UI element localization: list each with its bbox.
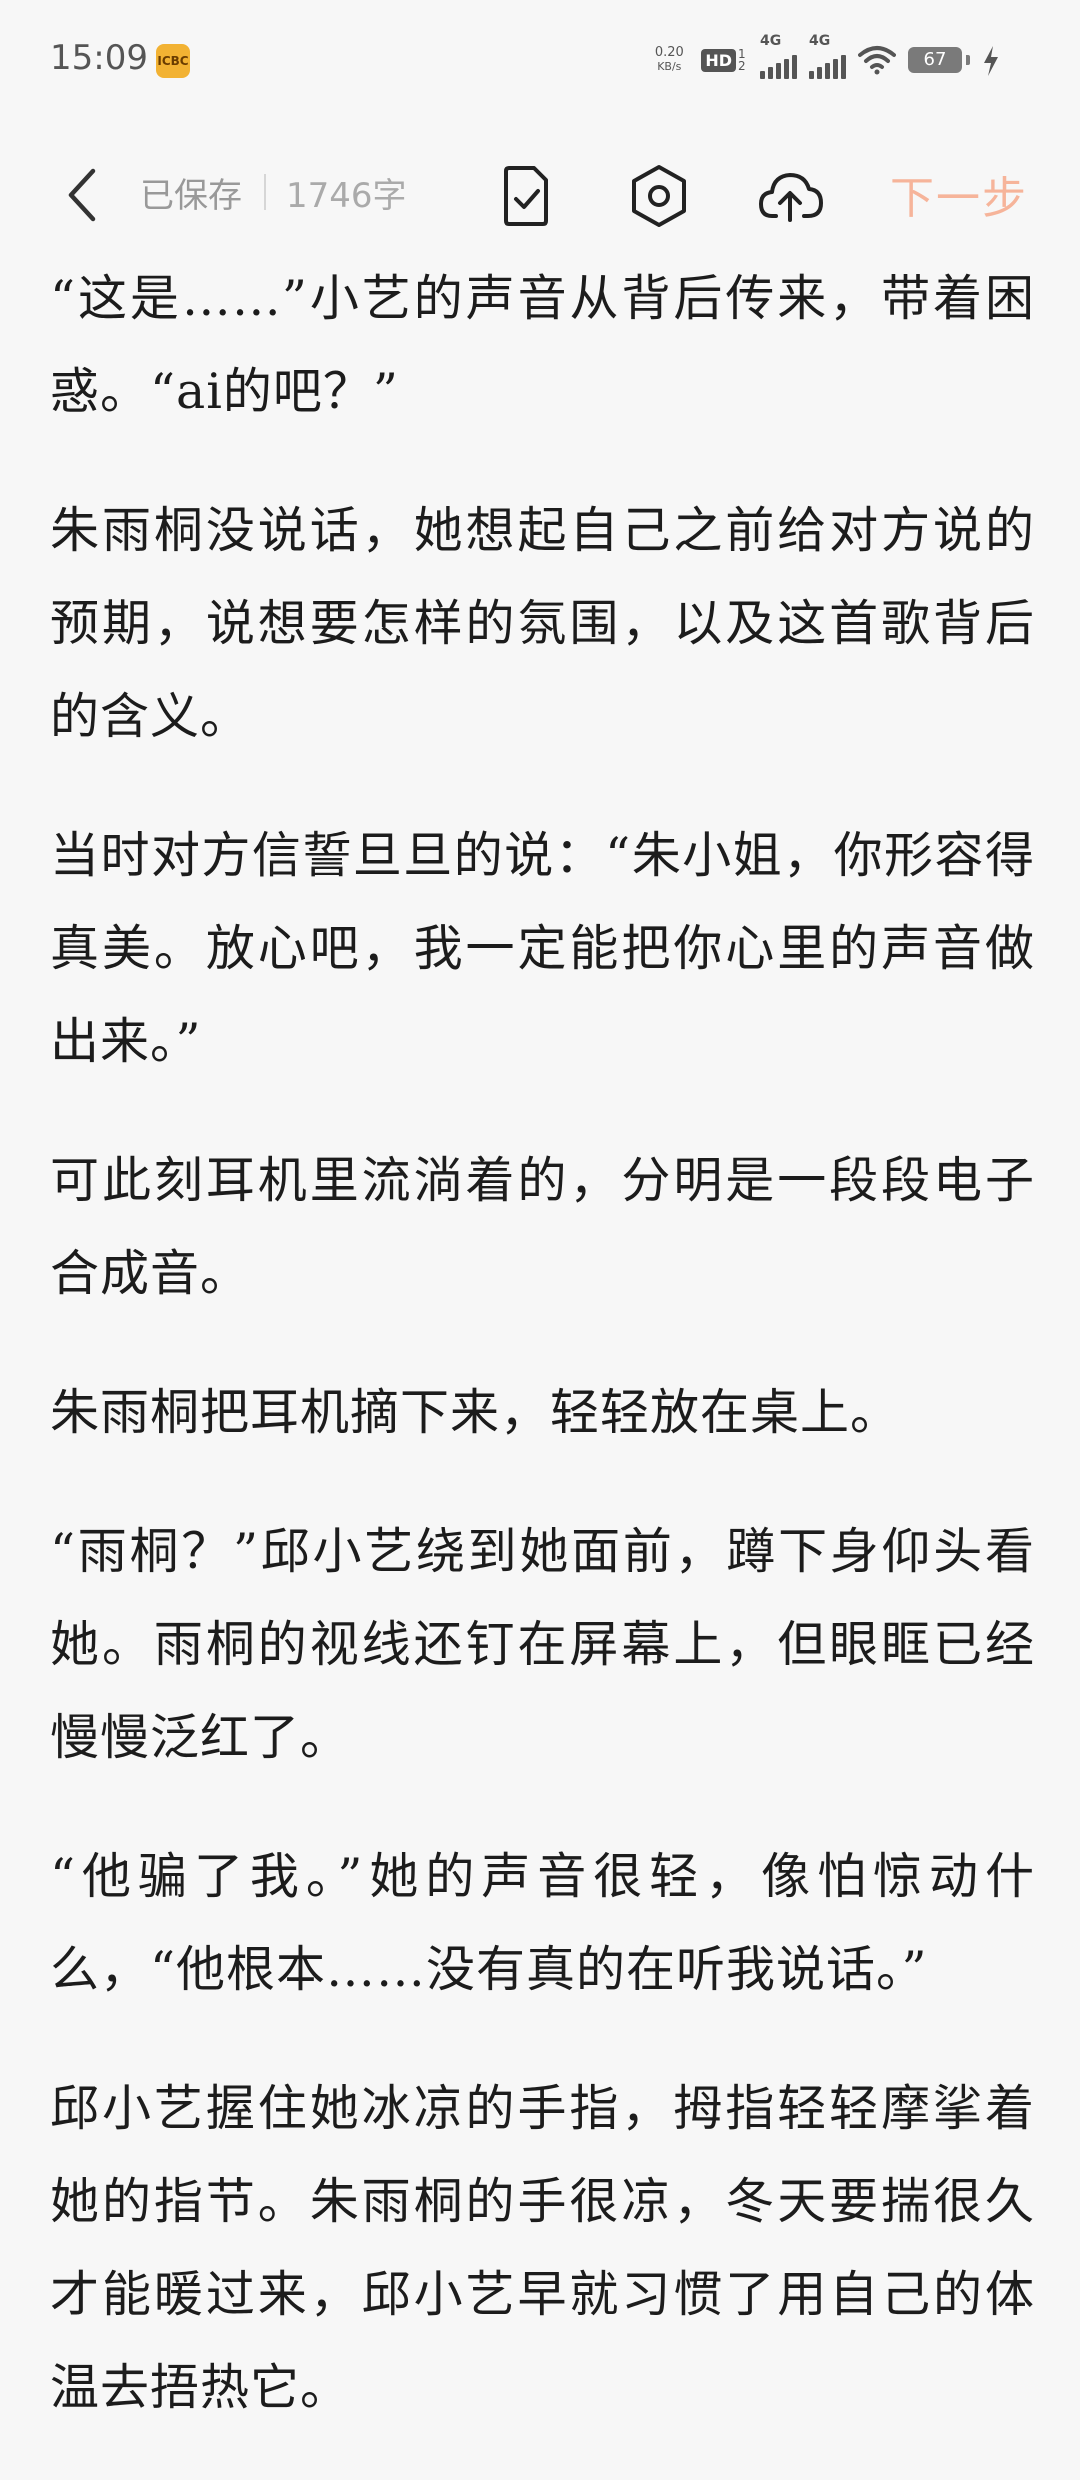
signal-icon: 4G [809, 33, 846, 79]
next-step-button[interactable]: 下一步 [890, 162, 1028, 226]
network-speed: 0.20 KB/s [649, 46, 689, 74]
paragraph[interactable]: 朱雨桐没说话，她想起自己之前给对方说的预期，说想要怎样的氛围，以及这首歌背后的含… [50, 484, 1035, 763]
paragraph[interactable]: “他骗了我。”她的声音很轻，像怕惊动什么，“他根本……没有真的在听我说话。” [50, 1830, 1035, 2016]
document-check-icon [504, 166, 548, 226]
settings-button[interactable] [621, 158, 697, 234]
saved-status: 已保存 [140, 176, 242, 216]
paragraph[interactable]: 可此刻耳机里流淌着的，分明是一段段电子合成音。 [50, 1134, 1035, 1320]
document-check-button[interactable] [488, 158, 564, 234]
status-time: 15:09 [50, 38, 148, 78]
cloud-upload-icon [759, 173, 823, 222]
editor-toolbar: 已保存 1746字 下一步 [0, 140, 1080, 250]
upload-button[interactable] [753, 158, 829, 234]
paragraph[interactable]: 当时对方信誓旦旦的说：“朱小姐，你形容得真美。放心吧，我一定能把你心里的声音做出… [50, 809, 1035, 1088]
paragraph[interactable]: 邱小艺握住她冰凉的手指，拇指轻轻摩挲着她的指节。朱雨桐的手很凉，冬天要揣很久才能… [50, 2062, 1035, 2434]
battery-icon: 67 [908, 47, 970, 73]
network-speed-unit: KB/s [657, 60, 682, 73]
settings-hexagon-icon [632, 165, 686, 227]
paragraph[interactable]: 朱雨桐把耳机摘下来，轻轻放在桌上。 [50, 1366, 1035, 1459]
back-arrow-icon [68, 168, 96, 222]
hd-icon: HD 12 [701, 48, 748, 72]
status-indicators: 0.20 KB/s HD 12 4G 4G 67 [649, 33, 970, 80]
word-count: 1746字 [286, 176, 407, 216]
signal-network-label: 4G [809, 33, 831, 49]
status-bar: 15:09 ICBC 0.20 KB/s HD 12 4G 4G 67 [0, 0, 1080, 120]
wifi-icon [858, 46, 896, 75]
app-notification-icon: ICBC [156, 44, 190, 78]
battery-level: 67 [908, 47, 962, 73]
charging-bolt-icon [982, 46, 1000, 82]
signal-icon: 4G [760, 33, 797, 79]
network-speed-value: 0.20 [654, 45, 684, 60]
back-button[interactable] [52, 160, 112, 230]
editor-content[interactable]: “这是……”小艺的声音从背后传来，带着困惑。“ai的吧？” 朱雨桐没说话，她想起… [50, 252, 1035, 2480]
hd-sims: 12 [738, 47, 746, 73]
paragraph[interactable]: “雨桐？”邱小艺绕到她面前，蹲下身仰头看她。雨桐的视线还钉在屏幕上，但眼眶已经慢… [50, 1505, 1035, 1784]
paragraph[interactable]: “这是……”小艺的声音从背后传来，带着困惑。“ai的吧？” [50, 252, 1035, 438]
divider [264, 174, 266, 210]
signal-network-label: 4G [760, 33, 782, 49]
hd-label: HD [701, 48, 736, 72]
